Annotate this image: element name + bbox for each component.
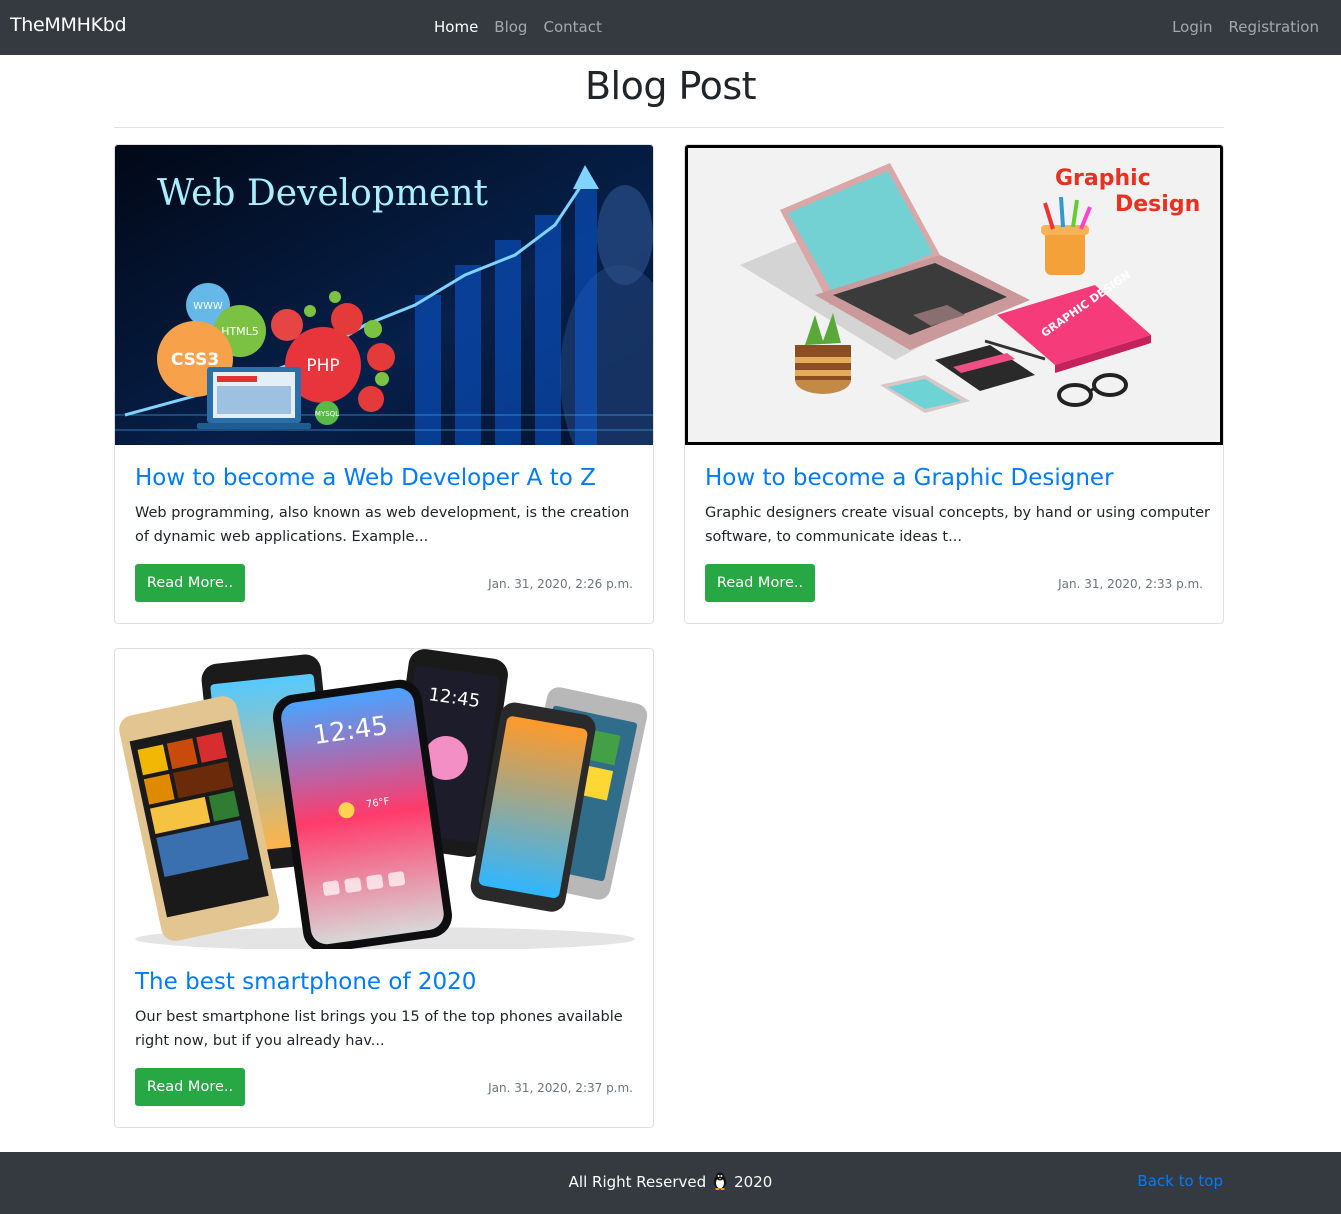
svg-text:HTML5: HTML5 [221, 325, 259, 338]
footer-text-before: All Right Reserved [568, 1173, 707, 1191]
post-image-smartphone[interactable]: 12:45 12:45 76°F [115, 649, 653, 949]
read-more-button[interactable]: Read More.. [705, 564, 815, 602]
post-date: Jan. 31, 2020, 2:37 p.m. [488, 1081, 633, 1095]
image-caption-web-development: Web Development [157, 173, 489, 214]
post-title-link[interactable]: The best smartphone of 2020 [135, 969, 476, 995]
title-divider [114, 127, 1224, 128]
post-card-graphic-design: Graphic Design GRAPHIC DESIGN How to bec… [684, 144, 1224, 624]
read-more-button[interactable]: Read More.. [135, 564, 245, 602]
post-date: Jan. 31, 2020, 2:33 p.m. [1058, 577, 1203, 591]
svg-text:WWW: WWW [193, 301, 223, 312]
post-image-graphic-design[interactable]: Graphic Design GRAPHIC DESIGN [685, 145, 1223, 445]
post-title-link[interactable]: How to become a Graphic Designer [705, 465, 1114, 491]
svg-text:Graphic: Graphic [1055, 166, 1151, 191]
nav-contact[interactable]: Contact [543, 18, 601, 36]
footer-year: 2020 [734, 1173, 773, 1191]
post-title-link[interactable]: How to become a Web Developer A to Z [135, 465, 596, 491]
main-nav: Home Blog Contact [434, 18, 602, 36]
nav-home[interactable]: Home [434, 18, 478, 36]
post-card-smartphone: 12:45 12:45 76°F The best smartphone of … [114, 648, 654, 1128]
post-excerpt: Graphic designers create visual concepts… [705, 505, 1210, 545]
post-date: Jan. 31, 2020, 2:26 p.m. [488, 577, 633, 591]
read-more-button[interactable]: Read More.. [135, 1068, 245, 1106]
brand-link[interactable]: TheMMHKbd [10, 14, 127, 36]
nav-registration[interactable]: Registration [1229, 18, 1319, 36]
navbar: TheMMHKbd Home Blog Contact Login Regist… [0, 0, 1341, 55]
nav-login[interactable]: Login [1172, 18, 1212, 36]
penguin-icon [712, 1172, 728, 1194]
nav-blog[interactable]: Blog [494, 18, 527, 36]
footer: All Right Reserved 2020 Back to top [0, 1152, 1341, 1214]
back-to-top-link[interactable]: Back to top [1137, 1172, 1223, 1190]
post-image-web-development[interactable]: Web Development WWW HTML5 CSS3 PHP MYSQL [115, 145, 653, 445]
post-excerpt: Our best smartphone list brings you 15 o… [135, 1009, 623, 1049]
svg-text:MYSQL: MYSQL [315, 410, 339, 418]
svg-text:Design: Design [1115, 192, 1200, 217]
post-excerpt: Web programming, also known as web devel… [135, 505, 630, 545]
svg-text:PHP: PHP [306, 356, 339, 376]
page-title: Blog Post [584, 64, 757, 108]
post-card-web-development: Web Development WWW HTML5 CSS3 PHP MYSQL [114, 144, 654, 624]
auth-nav: Login Registration [1172, 18, 1319, 36]
